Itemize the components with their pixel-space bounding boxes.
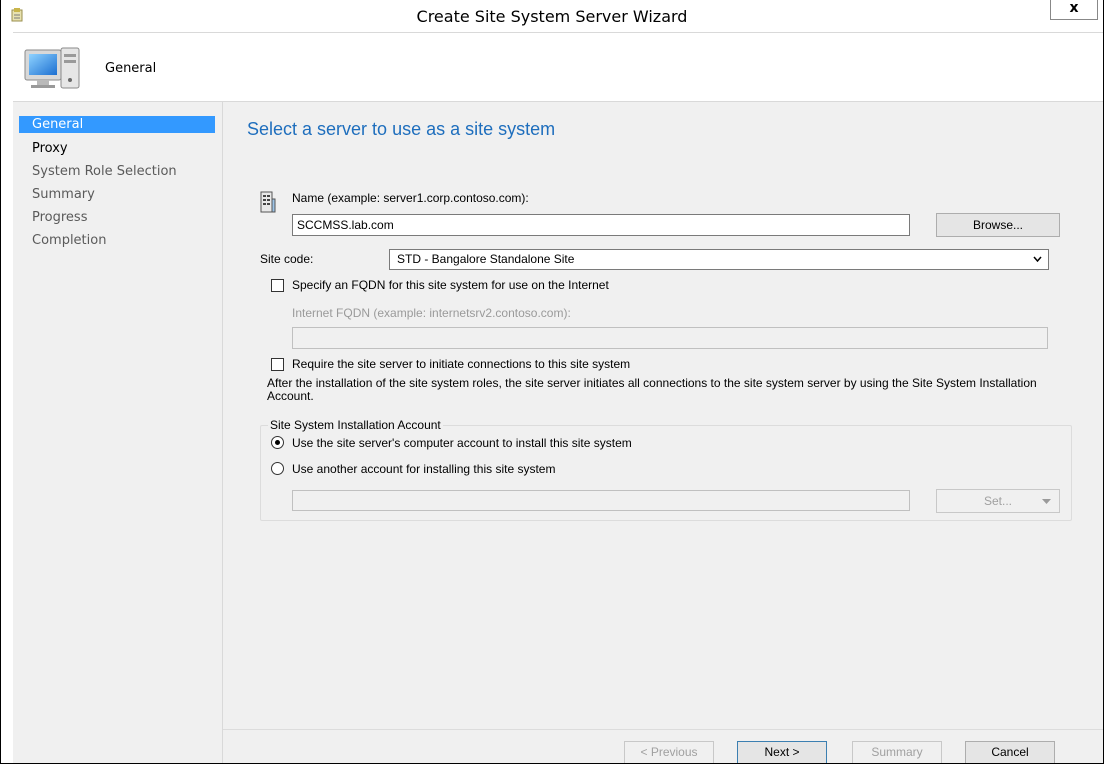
next-button[interactable]: Next > bbox=[737, 741, 827, 763]
site-code-label: Site code: bbox=[260, 252, 314, 266]
summary-button[interactable]: Summary bbox=[852, 741, 942, 763]
radio-computer-account-label: Use the site server's computer account t… bbox=[292, 436, 632, 450]
nav-item-progress[interactable]: Progress bbox=[19, 209, 215, 226]
radio-computer-account[interactable] bbox=[271, 436, 284, 449]
nav-item-general[interactable]: General bbox=[19, 116, 215, 133]
info-text: After the installation of the site syste… bbox=[267, 376, 1037, 403]
content-panel: Select a server to use as a site system … bbox=[222, 101, 1103, 763]
server-icon bbox=[260, 191, 276, 213]
wizard-nav: General Proxy System Role Selection Summ… bbox=[13, 101, 222, 763]
cancel-button[interactable]: Cancel bbox=[965, 741, 1055, 763]
require-connection-label: Require the site server to initiate conn… bbox=[292, 357, 631, 371]
fqdn-checkbox[interactable] bbox=[271, 279, 284, 292]
internet-fqdn-input[interactable] bbox=[292, 327, 1048, 349]
footer-divider bbox=[223, 729, 1103, 730]
name-label: Name (example: server1.corp.contoso.com)… bbox=[292, 191, 529, 205]
site-code-dropdown[interactable]: STD - Bangalore Standalone Site bbox=[389, 249, 1049, 270]
title-bar: Create Site System Server Wizard x bbox=[1, 0, 1103, 31]
wizard-header: General bbox=[13, 32, 1103, 102]
radio-selected-dot bbox=[275, 440, 280, 445]
site-code-value: STD - Bangalore Standalone Site bbox=[397, 252, 575, 266]
radio-another-account-label: Use another account for installing this … bbox=[292, 462, 556, 476]
nav-item-summary[interactable]: Summary bbox=[19, 186, 215, 203]
name-input[interactable]: SCCMSS.lab.com bbox=[292, 214, 910, 236]
close-button[interactable]: x bbox=[1050, 0, 1098, 20]
require-connection-checkbox[interactable] bbox=[271, 358, 284, 371]
installation-account-legend: Site System Installation Account bbox=[268, 418, 443, 432]
account-input[interactable] bbox=[292, 490, 910, 511]
radio-another-account[interactable] bbox=[271, 462, 284, 475]
window-title: Create Site System Server Wizard bbox=[416, 7, 688, 26]
chevron-down-icon bbox=[1033, 256, 1042, 263]
previous-button[interactable]: < Previous bbox=[624, 741, 714, 763]
set-account-button[interactable]: Set... bbox=[936, 489, 1060, 513]
wizard-window: Create Site System Server Wizard x Gener… bbox=[0, 0, 1104, 764]
nav-item-proxy[interactable]: Proxy bbox=[19, 140, 215, 157]
internet-fqdn-label: Internet FQDN (example: internetsrv2.con… bbox=[292, 306, 571, 320]
computer-icon bbox=[24, 47, 80, 89]
nav-item-completion[interactable]: Completion bbox=[19, 232, 215, 249]
nav-item-system-role-selection[interactable]: System Role Selection bbox=[19, 163, 215, 180]
chevron-down-icon bbox=[1042, 499, 1051, 504]
page-heading: Select a server to use as a site system bbox=[247, 119, 556, 139]
header-title: General bbox=[105, 61, 157, 76]
fqdn-checkbox-label: Specify an FQDN for this site system for… bbox=[292, 278, 609, 292]
set-button-label: Set... bbox=[983, 494, 1012, 508]
browse-button[interactable]: Browse... bbox=[936, 213, 1060, 237]
